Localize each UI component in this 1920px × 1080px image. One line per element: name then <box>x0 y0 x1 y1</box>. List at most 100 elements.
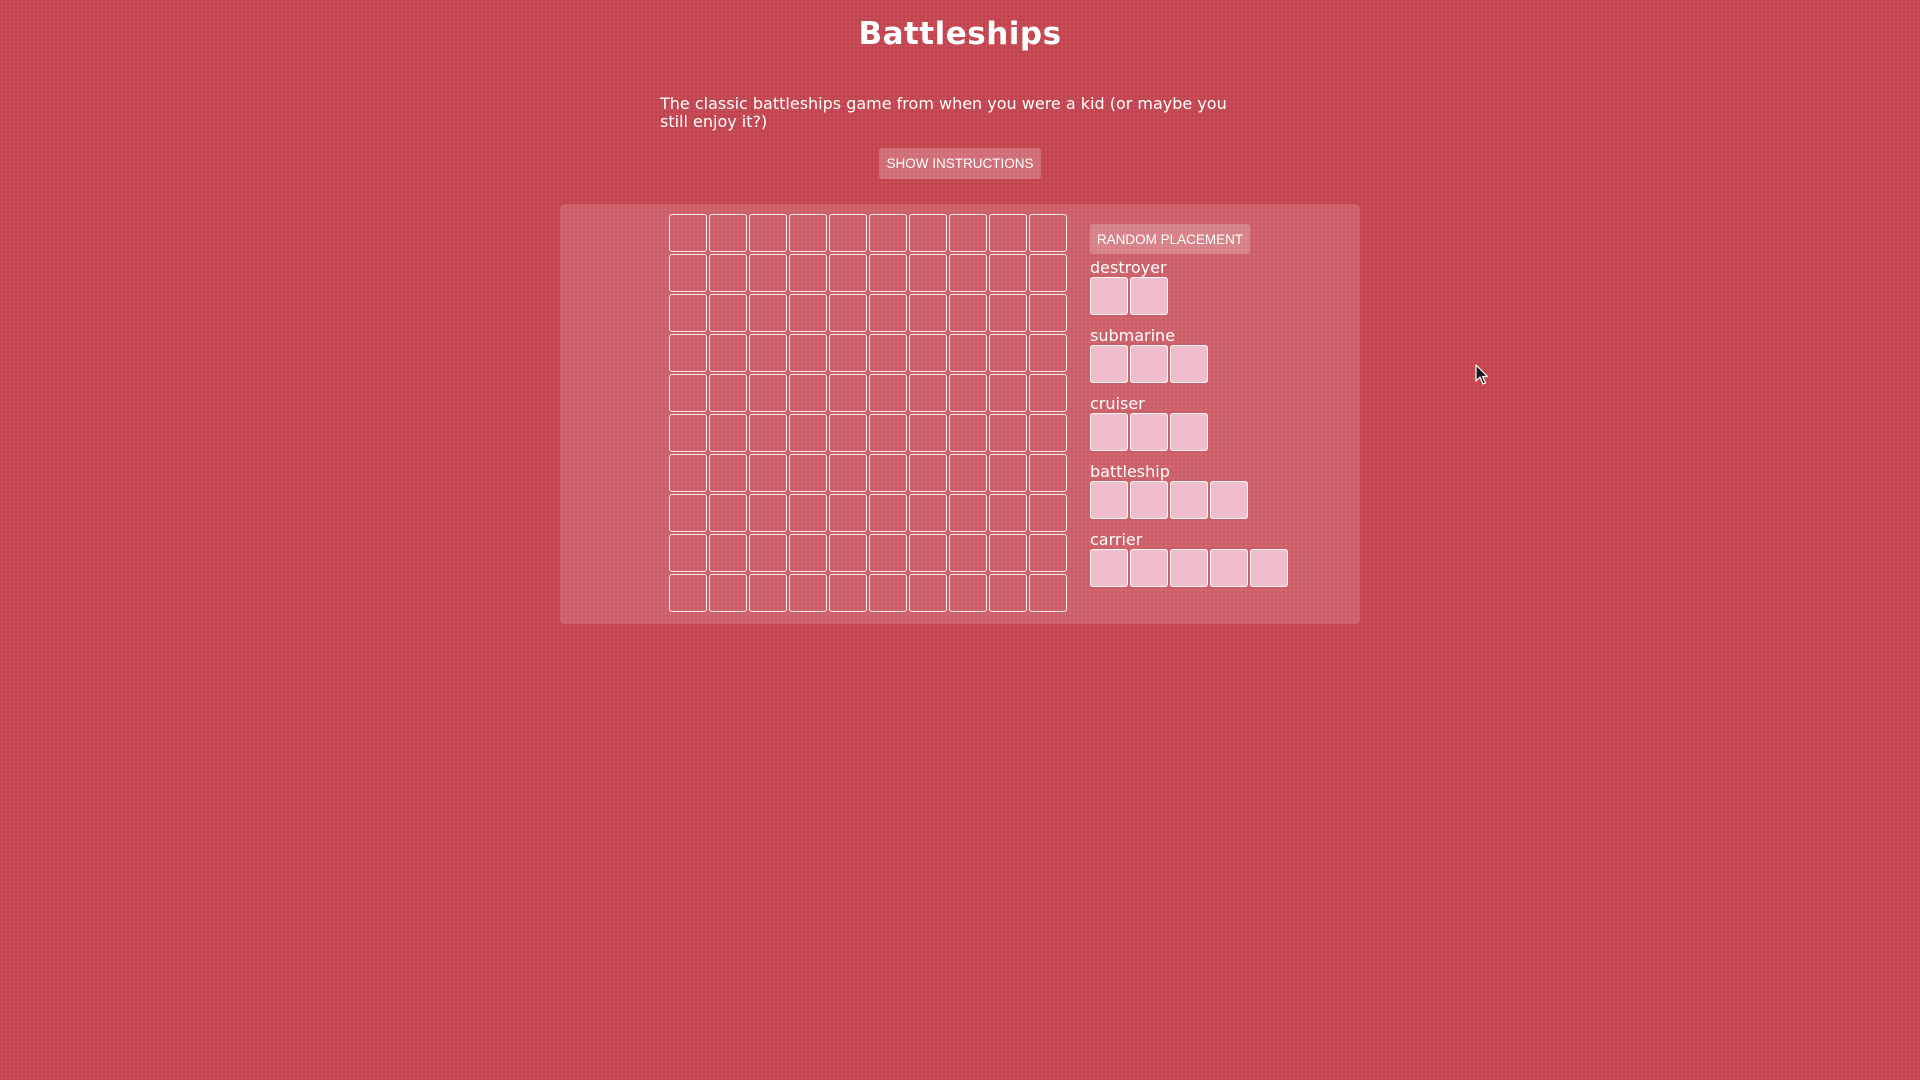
board-cell[interactable] <box>709 294 747 332</box>
board-cell[interactable] <box>989 414 1027 452</box>
board-cell[interactable] <box>749 454 787 492</box>
board-cell[interactable] <box>949 334 987 372</box>
board-cell[interactable] <box>789 214 827 252</box>
ship-submarine[interactable] <box>1090 345 1208 383</box>
board-cell[interactable] <box>949 454 987 492</box>
board-cell[interactable] <box>1029 294 1067 332</box>
board-cell[interactable] <box>869 414 907 452</box>
board-cell[interactable] <box>1029 374 1067 412</box>
board-cell[interactable] <box>949 294 987 332</box>
board-cell[interactable] <box>669 414 707 452</box>
board-cell[interactable] <box>669 574 707 612</box>
board-cell[interactable] <box>709 254 747 292</box>
board-cell[interactable] <box>709 534 747 572</box>
board-cell[interactable] <box>749 254 787 292</box>
board-cell[interactable] <box>869 574 907 612</box>
board-cell[interactable] <box>869 454 907 492</box>
board-cell[interactable] <box>749 334 787 372</box>
board-cell[interactable] <box>989 254 1027 292</box>
board-cell[interactable] <box>789 494 827 532</box>
board-cell[interactable] <box>789 294 827 332</box>
board-cell[interactable] <box>789 254 827 292</box>
board-cell[interactable] <box>1029 334 1067 372</box>
board-cell[interactable] <box>669 294 707 332</box>
board-cell[interactable] <box>909 214 947 252</box>
board-cell[interactable] <box>949 254 987 292</box>
board-cell[interactable] <box>829 494 867 532</box>
board-cell[interactable] <box>669 534 707 572</box>
board-cell[interactable] <box>989 214 1027 252</box>
board-cell[interactable] <box>669 454 707 492</box>
board-cell[interactable] <box>829 574 867 612</box>
board-cell[interactable] <box>709 574 747 612</box>
ship-carrier[interactable] <box>1090 549 1288 587</box>
board-cell[interactable] <box>669 214 707 252</box>
board-cell[interactable] <box>949 494 987 532</box>
board-cell[interactable] <box>709 214 747 252</box>
board-cell[interactable] <box>829 534 867 572</box>
board-cell[interactable] <box>829 454 867 492</box>
board-cell[interactable] <box>989 534 1027 572</box>
board-cell[interactable] <box>1029 254 1067 292</box>
board-cell[interactable] <box>669 374 707 412</box>
board-cell[interactable] <box>869 334 907 372</box>
board-cell[interactable] <box>749 574 787 612</box>
board-cell[interactable] <box>949 534 987 572</box>
board-cell[interactable] <box>829 294 867 332</box>
board-cell[interactable] <box>709 494 747 532</box>
board-cell[interactable] <box>829 254 867 292</box>
board-cell[interactable] <box>789 574 827 612</box>
board-cell[interactable] <box>749 294 787 332</box>
board-cell[interactable] <box>669 254 707 292</box>
board-cell[interactable] <box>909 334 947 372</box>
ship-cruiser[interactable] <box>1090 413 1208 451</box>
board-cell[interactable] <box>1029 494 1067 532</box>
board-cell[interactable] <box>909 494 947 532</box>
board-cell[interactable] <box>989 454 1027 492</box>
board-cell[interactable] <box>749 414 787 452</box>
board-cell[interactable] <box>709 374 747 412</box>
board-cell[interactable] <box>989 494 1027 532</box>
board-cell[interactable] <box>909 294 947 332</box>
board-cell[interactable] <box>869 374 907 412</box>
board-cell[interactable] <box>709 334 747 372</box>
board-cell[interactable] <box>869 534 907 572</box>
board-cell[interactable] <box>949 414 987 452</box>
board-cell[interactable] <box>869 254 907 292</box>
board-cell[interactable] <box>869 294 907 332</box>
board-cell[interactable] <box>829 414 867 452</box>
ship-destroyer[interactable] <box>1090 277 1168 315</box>
board-cell[interactable] <box>989 374 1027 412</box>
board-cell[interactable] <box>989 294 1027 332</box>
board-cell[interactable] <box>909 534 947 572</box>
board-cell[interactable] <box>1029 574 1067 612</box>
board-cell[interactable] <box>709 414 747 452</box>
board-cell[interactable] <box>989 574 1027 612</box>
board-cell[interactable] <box>709 454 747 492</box>
board-cell[interactable] <box>749 494 787 532</box>
board-cell[interactable] <box>909 374 947 412</box>
board-cell[interactable] <box>789 414 827 452</box>
board-cell[interactable] <box>1029 214 1067 252</box>
board-cell[interactable] <box>909 254 947 292</box>
board-cell[interactable] <box>989 334 1027 372</box>
board-cell[interactable] <box>909 414 947 452</box>
board-cell[interactable] <box>669 334 707 372</box>
board-cell[interactable] <box>869 214 907 252</box>
board-cell[interactable] <box>789 334 827 372</box>
board-cell[interactable] <box>669 494 707 532</box>
board-cell[interactable] <box>789 374 827 412</box>
board-cell[interactable] <box>749 214 787 252</box>
board-cell[interactable] <box>949 374 987 412</box>
board-cell[interactable] <box>829 334 867 372</box>
board-cell[interactable] <box>1029 534 1067 572</box>
board-cell[interactable] <box>909 574 947 612</box>
board-cell[interactable] <box>829 214 867 252</box>
show-instructions-button[interactable]: SHOW INSTRUCTIONS <box>879 148 1041 179</box>
ship-battleship[interactable] <box>1090 481 1248 519</box>
board-cell[interactable] <box>1029 454 1067 492</box>
board-cell[interactable] <box>749 534 787 572</box>
board-cell[interactable] <box>909 454 947 492</box>
board-cell[interactable] <box>749 374 787 412</box>
board-cell[interactable] <box>949 214 987 252</box>
